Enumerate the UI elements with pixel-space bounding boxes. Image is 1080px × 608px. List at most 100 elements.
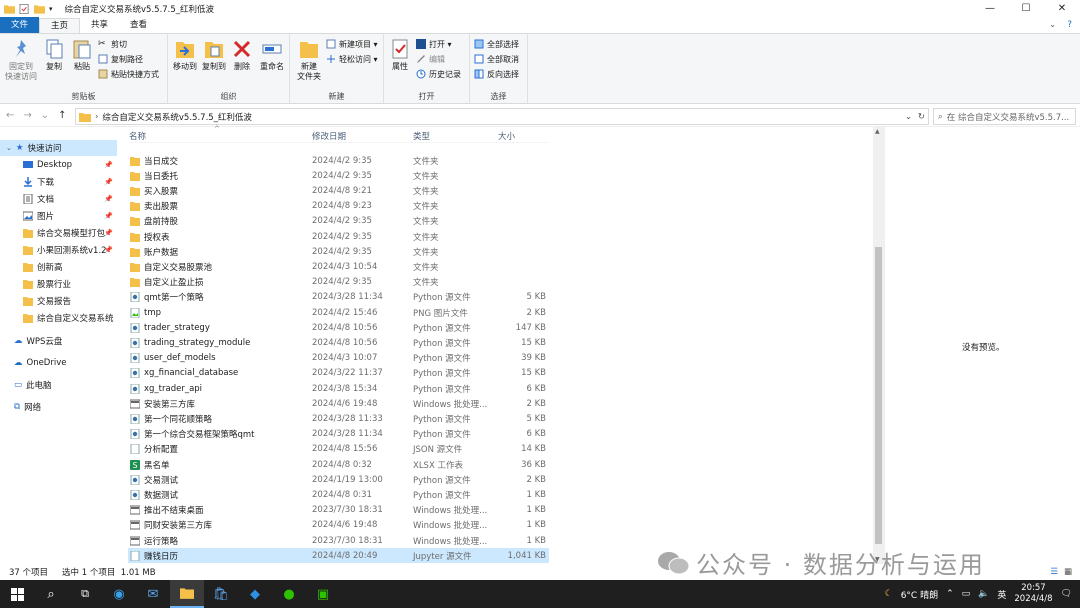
clock[interactable]: 20:57 2024/4/8 — [1014, 583, 1052, 605]
file-row[interactable]: 第一个同花顺策略 2024/3/28 11:33 Python 源文件 5 KB — [128, 411, 549, 426]
file-row[interactable]: tmp 2024/4/2 15:46 PNG 图片文件 2 KB — [128, 305, 549, 320]
sidebar-item-quick-access-entry[interactable]: 图片 📌 — [0, 208, 117, 224]
file-row[interactable]: user_def_models 2024/4/3 10:07 Python 源文件 3… — [128, 351, 549, 366]
new-folder-quick-icon[interactable] — [34, 4, 45, 14]
new-item-button[interactable]: 新建项目 ▾ — [326, 38, 378, 50]
sidebar-item-quick-access-entry[interactable]: 股票行业 — [0, 276, 117, 292]
file-row[interactable]: 交易测试 2024/1/19 13:00 Python 源文件 2 KB — [128, 472, 549, 487]
delete-button[interactable]: 删除 — [232, 38, 252, 72]
file-row[interactable]: trading_strategy_module 2024/4/8 10:56 Pyt… — [128, 335, 549, 350]
sidebar-item-network[interactable]: ⧉ 网络 — [0, 399, 117, 415]
back-button[interactable]: ← — [6, 110, 14, 121]
select-none-button[interactable]: 全部取消 — [474, 53, 519, 65]
minimize-button[interactable]: — — [972, 0, 1008, 17]
open-button[interactable]: 打开 ▾ — [416, 38, 452, 50]
file-row[interactable]: xg_financial_database 2024/3/22 11:37 Pyth… — [128, 366, 549, 381]
refresh-icon[interactable]: ↻ — [918, 112, 925, 122]
weather-text[interactable]: 6°C 晴朗 — [901, 588, 938, 601]
close-button[interactable]: ✕ — [1044, 0, 1080, 17]
sidebar-item-quick-access-entry[interactable]: 综合自定义交易系统 — [0, 310, 117, 326]
breadcrumb-chevron-icon[interactable]: › — [95, 112, 98, 122]
file-explorer-button[interactable] — [170, 580, 204, 608]
address-dropdown-icon[interactable]: ⌄ — [905, 112, 912, 122]
file-row[interactable]: 推出不结束桌面 2023/7/30 18:31 Windows 批处理... 1 KB — [128, 503, 549, 518]
store-button[interactable]: 🛍 — [204, 580, 238, 608]
sidebar-item-quick-access-entry[interactable]: Desktop 📌 — [0, 157, 117, 173]
vertical-scrollbar[interactable]: ▲ ▼ — [873, 127, 884, 564]
paste-button[interactable]: 粘贴 — [70, 38, 94, 72]
ime-indicator[interactable]: 英 — [997, 588, 1006, 601]
copy-to-button[interactable]: 复制到 — [201, 38, 227, 72]
expand-ribbon-icon[interactable]: ⌄ — [1049, 20, 1056, 29]
move-to-button[interactable]: 移动到 — [172, 38, 198, 72]
file-row[interactable]: 授权表 2024/4/2 9:35 文件夹 — [128, 229, 549, 244]
customize-quick-access-icon[interactable]: ▾ — [49, 5, 53, 13]
volume-icon[interactable]: 🔈 — [978, 589, 989, 599]
file-row[interactable]: 当日委托 2024/4/2 9:35 文件夹 — [128, 168, 549, 183]
file-row[interactable]: 自定义交易股票池 2024/4/3 10:54 文件夹 — [128, 259, 549, 274]
rename-button[interactable]: 重命名 — [258, 38, 286, 72]
scroll-up-icon[interactable]: ▲ — [875, 128, 880, 135]
file-row[interactable]: 安装第三方库 2024/4/6 19:48 Windows 批处理... 2 KB — [128, 396, 549, 411]
sidebar-item-quick-access-entry[interactable]: 创新高 — [0, 259, 117, 275]
up-button[interactable]: ↑ — [58, 110, 66, 121]
start-button[interactable] — [0, 580, 34, 608]
invert-selection-button[interactable]: 反向选择 — [474, 68, 519, 80]
sidebar-item-quick-access-entry[interactable]: 交易报告 — [0, 293, 117, 309]
edge-button[interactable]: ◉ — [102, 580, 136, 608]
sidebar-item-quick-access[interactable]: ⌄ ★ 快速访问 — [0, 140, 117, 156]
network-tray-icon[interactable]: ▭ — [962, 589, 971, 599]
sidebar-item-quick-access-entry[interactable]: 小果回测系统v1.2 📌 — [0, 242, 117, 258]
column-header-name[interactable]: 名称 — [129, 130, 146, 142]
file-row[interactable]: 买入股票 2024/4/8 9:21 文件夹 — [128, 183, 549, 198]
file-row[interactable]: 运行策略 2023/7/30 18:31 Windows 批处理... 1 KB — [128, 533, 549, 548]
paste-shortcut-button[interactable]: 粘贴快捷方式 — [98, 68, 159, 80]
new-folder-button[interactable]: 新建 文件夹 — [294, 38, 324, 82]
app-button[interactable]: ▣ — [306, 580, 340, 608]
help-icon[interactable]: ? — [1067, 20, 1072, 30]
scrollbar-thumb[interactable] — [875, 247, 882, 544]
properties-quick-icon[interactable] — [19, 3, 30, 14]
sidebar-item-wps[interactable]: ☁ WPS云盘 — [0, 333, 117, 349]
notification-icon[interactable]: 🗨 — [1061, 589, 1072, 599]
vscode-button[interactable]: ◆ — [238, 580, 272, 608]
cut-button[interactable]: ✂ 剪切 — [98, 38, 127, 50]
tab-file[interactable]: 文件 — [0, 17, 40, 33]
easy-access-button[interactable]: 轻松访问 ▾ — [326, 53, 378, 65]
tray-chevron-icon[interactable]: ⌃ — [946, 589, 954, 599]
copy-button[interactable]: 复制 — [42, 38, 66, 72]
tab-share[interactable]: 共享 — [80, 18, 119, 33]
maximize-button[interactable]: ☐ — [1008, 0, 1044, 17]
file-row[interactable]: 第一个综合交易框架策略qmt 2024/3/28 11:34 Python 源文件 6… — [128, 427, 549, 442]
file-row[interactable]: 同财安装第三方库 2024/4/6 19:48 Windows 批处理... 1 KB — [128, 518, 549, 533]
sidebar-item-quick-access-entry[interactable]: 下载 📌 — [0, 174, 117, 190]
tab-home[interactable]: 主页 — [39, 18, 81, 33]
file-row[interactable]: xg_trader_api 2024/3/8 15:34 Python 源文件 6 K… — [128, 381, 549, 396]
details-view-icon[interactable]: ☰ — [1050, 567, 1058, 577]
sidebar-item-this-pc[interactable]: ▭ 此电脑 — [0, 377, 117, 393]
search-taskbar-button[interactable]: ⌕ — [34, 580, 68, 608]
file-row[interactable]: qmt第一个策略 2024/3/28 11:34 Python 源文件 5 KB — [128, 290, 549, 305]
file-row[interactable]: 自定义止盈止损 2024/4/2 9:35 文件夹 — [128, 275, 549, 290]
file-row[interactable]: 账户数据 2024/4/2 9:35 文件夹 — [128, 244, 549, 259]
column-header-date[interactable]: 修改日期 — [312, 130, 346, 142]
pin-quick-access-button[interactable]: 固定到 快速访问 — [4, 38, 38, 82]
forward-button[interactable]: → — [23, 110, 31, 121]
history-button[interactable]: 历史记录 — [416, 68, 461, 80]
file-row[interactable]: 分析配置 2024/4/8 15:56 JSON 源文件 14 KB — [128, 442, 549, 457]
sidebar-item-quick-access-entry[interactable]: 文档 📌 — [0, 191, 117, 207]
edit-button[interactable]: 编辑 — [416, 53, 445, 65]
search-input[interactable]: ⌕ 在 综合自定义交易系统v5.5.7... — [933, 108, 1076, 125]
tiles-view-icon[interactable]: ▦ — [1064, 567, 1072, 577]
sidebar-item-quick-access-entry[interactable]: 综合交易模型打包 📌 — [0, 225, 117, 241]
properties-button[interactable]: 属性 — [388, 38, 412, 72]
copy-path-button[interactable]: 复制路径 — [98, 53, 143, 65]
select-all-button[interactable]: 全部选择 — [474, 38, 519, 50]
tab-view[interactable]: 查看 — [119, 18, 158, 33]
column-header-type[interactable]: 类型 — [413, 130, 430, 142]
column-header-size[interactable]: 大小 — [498, 130, 515, 142]
mail-button[interactable]: ✉ — [136, 580, 170, 608]
sidebar-item-onedrive[interactable]: ☁ OneDrive — [0, 355, 117, 371]
file-row[interactable]: 当日成交 2024/4/2 9:35 文件夹 — [128, 153, 549, 168]
file-row[interactable]: trader_strategy 2024/4/8 10:56 Python 源文件 1… — [128, 320, 549, 335]
